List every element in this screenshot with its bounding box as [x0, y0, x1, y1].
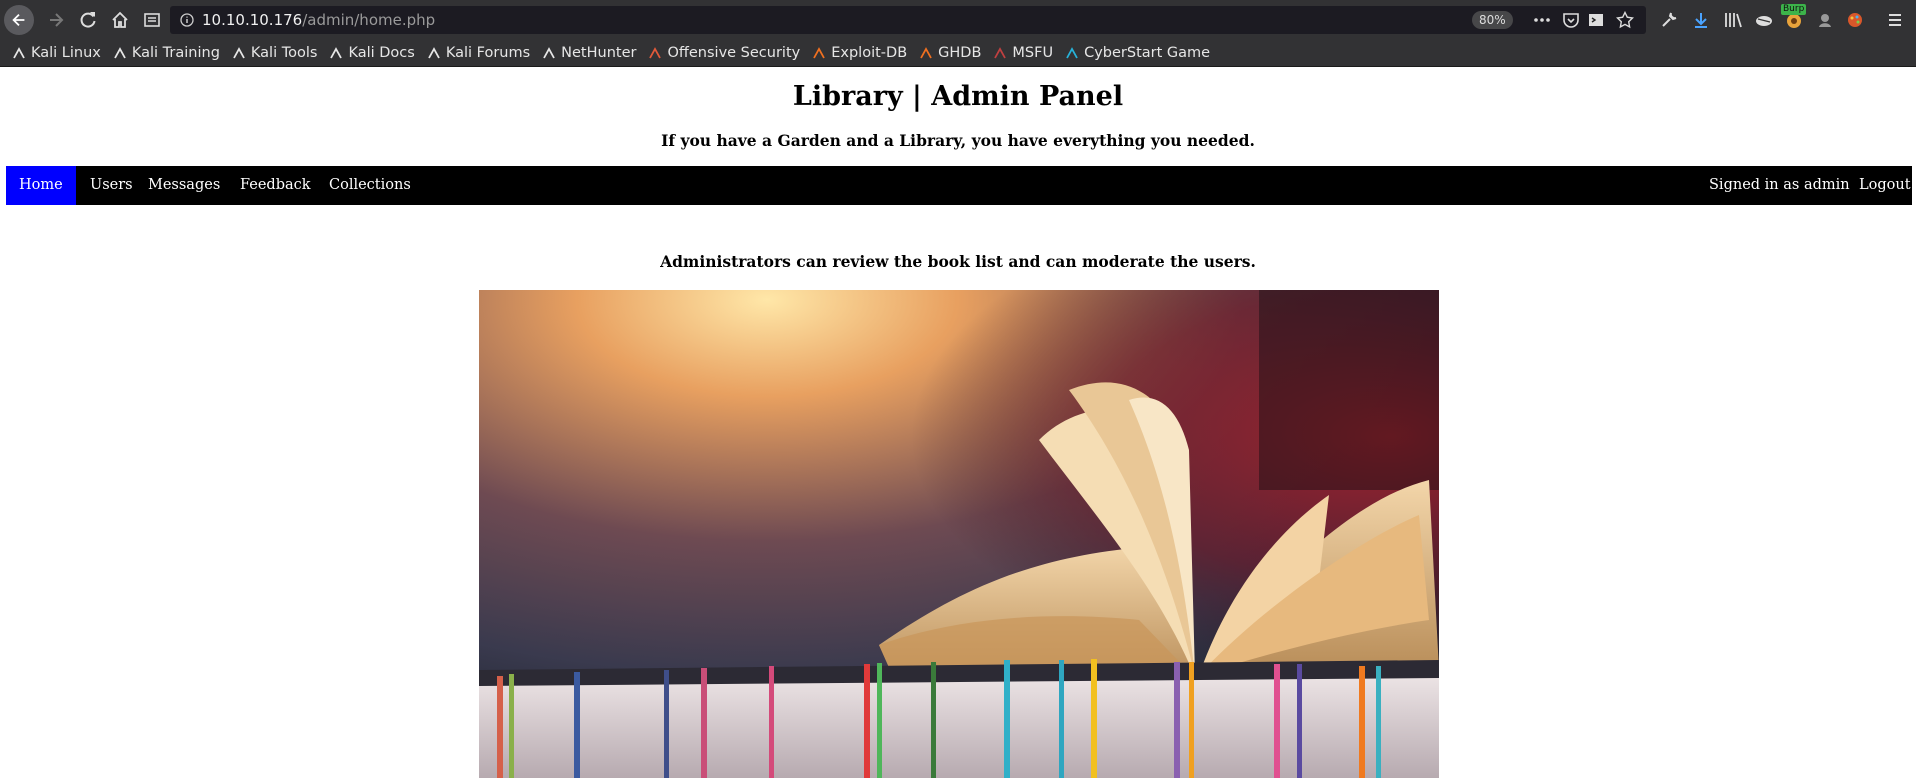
browser-toolbar: 10.10.10.176/admin/home.php 80% Burp	[0, 0, 1916, 40]
nethunter-icon	[542, 46, 556, 60]
ghost-extension-icon[interactable]	[1816, 11, 1834, 29]
reload-button[interactable]	[72, 4, 104, 36]
bookmark-label: Exploit-DB	[831, 45, 908, 61]
burp-extension[interactable]: Burp	[1781, 4, 1807, 30]
wrench-icon[interactable]	[1660, 11, 1678, 29]
info-icon[interactable]	[180, 13, 194, 27]
bookmark-item[interactable]: Offensive Security	[648, 45, 800, 61]
url-host: 10.10.10.176	[202, 11, 303, 29]
back-button[interactable]	[4, 5, 34, 35]
hamburger-menu-icon[interactable]	[1886, 11, 1904, 29]
url-bar[interactable]: 10.10.10.176/admin/home.php 80%	[170, 6, 1646, 34]
color-picker-icon[interactable]	[1846, 11, 1864, 29]
kali-dragon-icon	[427, 46, 441, 60]
bookmark-label: Kali Tools	[250, 45, 318, 61]
more-actions-icon[interactable]	[1532, 12, 1552, 28]
bookmark-item[interactable]: MSFU	[993, 45, 1053, 61]
nav-logout[interactable]: Logout	[1846, 166, 1916, 205]
bookmark-label: CyberStart Game	[1084, 45, 1211, 61]
screenshot-icon[interactable]	[1588, 12, 1604, 28]
kali-dragon-icon	[12, 46, 26, 60]
reader-view-icon	[144, 13, 160, 27]
bookmark-label: NetHunter	[561, 45, 637, 61]
bookmark-item[interactable]: GHDB	[919, 45, 981, 61]
arrow-left-icon	[12, 13, 25, 27]
bookmark-item[interactable]: Exploit-DB	[812, 45, 907, 61]
nav-feedback[interactable]: Feedback	[227, 166, 324, 205]
url-path: /admin/home.php	[302, 11, 436, 29]
kali-dragon-icon	[232, 46, 246, 60]
pocket-icon[interactable]	[1562, 11, 1580, 29]
bookmarks-toolbar: Kali Linux Kali Training Kali Tools Kali Do…	[0, 40, 1916, 67]
home-button[interactable]	[104, 4, 136, 36]
bookmark-label: Offensive Security	[667, 45, 801, 61]
open-book-illustration	[479, 290, 1439, 778]
page-title: Library | Admin Panel	[792, 81, 1124, 112]
bookmark-item[interactable]: Kali Training	[113, 45, 220, 61]
bookmark-label: MSFU	[1012, 45, 1054, 61]
nav-messages[interactable]: Messages	[135, 166, 233, 205]
kali-dragon-icon	[113, 46, 127, 60]
nav-home[interactable]: Home	[6, 166, 76, 205]
bookmark-item[interactable]: Kali Tools	[232, 45, 318, 61]
bookmark-label: Kali Training	[131, 45, 220, 61]
admin-navbar: Home Users Messages Feedback Collections…	[6, 166, 1912, 205]
bookmark-label: GHDB	[938, 45, 982, 61]
book-row	[479, 659, 1439, 778]
bookmark-item[interactable]: Kali Linux	[12, 45, 101, 61]
nav-collections[interactable]: Collections	[316, 166, 424, 205]
reload-icon	[80, 12, 96, 28]
cyberstart-icon	[1065, 46, 1079, 60]
bookmark-item[interactable]: CyberStart Game	[1065, 45, 1210, 61]
bookmark-label: Kali Linux	[31, 45, 101, 61]
reader-button[interactable]	[136, 4, 168, 36]
bookmark-label: Kali Forums	[445, 45, 531, 61]
bookmark-label: Kali Docs	[348, 45, 415, 61]
offsec-icon	[648, 46, 662, 60]
ghdb-icon	[919, 46, 933, 60]
burp-badge: Burp	[1781, 4, 1807, 15]
library-icon[interactable]	[1724, 11, 1744, 29]
page-content: Library | Admin Panel If you have a Gard…	[0, 67, 1916, 778]
nav-signed-in[interactable]: Signed in as admin	[1696, 166, 1863, 205]
page-subtitle: If you have a Garden and a Library, you …	[661, 131, 1255, 150]
home-icon	[112, 11, 128, 28]
toolbar-right-icons: Burp	[1656, 0, 1904, 40]
exploitdb-icon	[812, 46, 826, 60]
kali-dragon-icon	[329, 46, 343, 60]
extension-icon[interactable]	[1754, 11, 1774, 29]
forward-button[interactable]	[40, 4, 72, 36]
bookmark-item[interactable]: Kali Forums	[427, 45, 530, 61]
download-icon[interactable]	[1692, 11, 1710, 29]
intro-text: Administrators can review the book list …	[660, 252, 1256, 271]
bookmark-item[interactable]: Kali Docs	[329, 45, 415, 61]
library-books-image	[479, 290, 1439, 778]
bookmark-star-icon[interactable]	[1616, 11, 1634, 29]
arrow-right-icon	[50, 13, 64, 27]
bookmark-item[interactable]: NetHunter	[542, 45, 636, 61]
url-text[interactable]: 10.10.10.176/admin/home.php	[202, 11, 435, 29]
msfu-icon	[993, 46, 1007, 60]
zoom-indicator[interactable]: 80%	[1472, 11, 1513, 29]
